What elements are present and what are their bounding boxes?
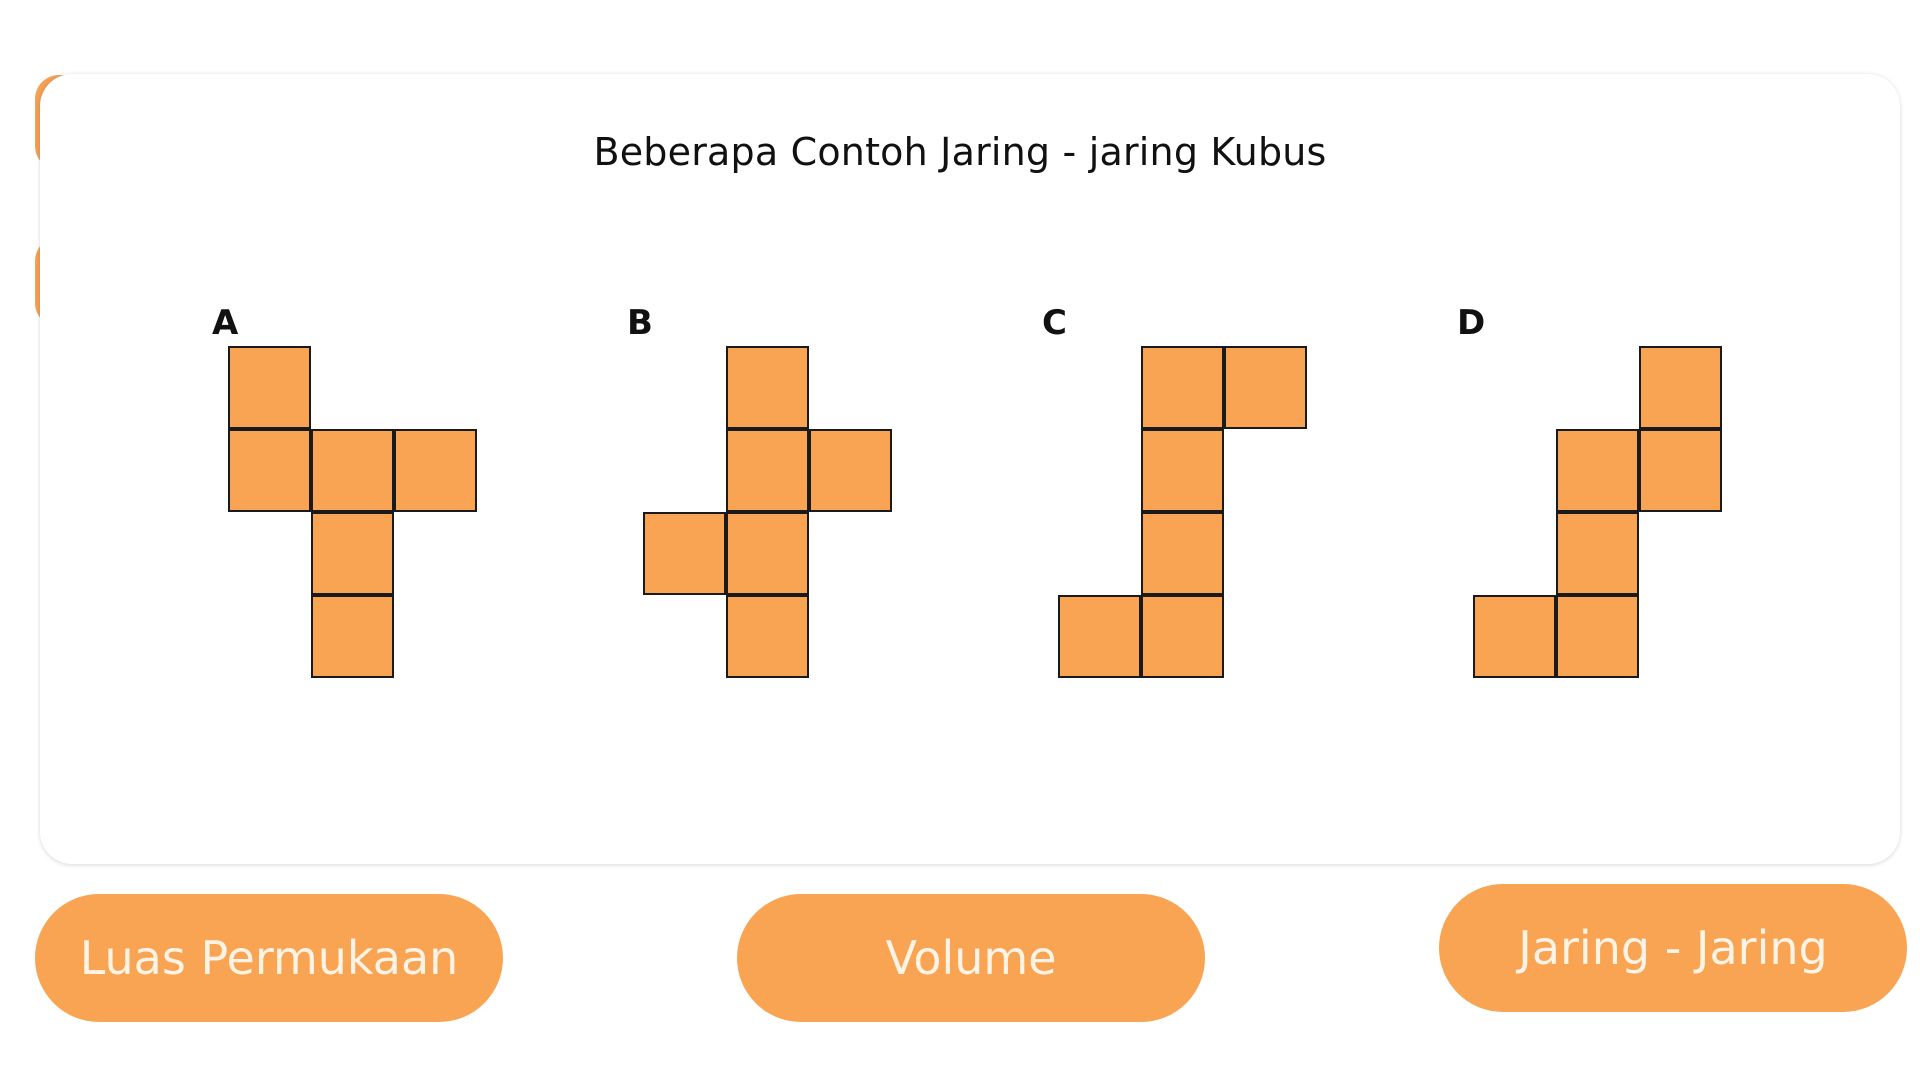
cube-net-face bbox=[1141, 429, 1224, 512]
cube-net-face bbox=[1556, 595, 1639, 678]
app-screen: Beberapa Contoh Jaring - jaring Kubus A B… bbox=[0, 0, 1920, 1080]
cube-net-face bbox=[394, 429, 477, 512]
cube-net-face bbox=[311, 429, 394, 512]
cube-net-face bbox=[1141, 512, 1224, 595]
cube-net-face bbox=[1556, 429, 1639, 512]
volume-button[interactable]: Volume bbox=[737, 894, 1205, 1022]
cube-net-face bbox=[1224, 346, 1307, 429]
cube-net-face bbox=[1473, 595, 1556, 678]
net-label-b: B bbox=[627, 303, 653, 343]
cube-net-face bbox=[1141, 595, 1224, 678]
cube-net-face bbox=[726, 429, 809, 512]
cube-net-face bbox=[726, 346, 809, 429]
cube-net-face bbox=[726, 512, 809, 595]
cube-net-face bbox=[311, 512, 394, 595]
cube-net-face bbox=[1141, 346, 1224, 429]
cube-net-face bbox=[809, 429, 892, 512]
cube-net-face bbox=[1639, 429, 1722, 512]
cube-net-face bbox=[1556, 512, 1639, 595]
luas-permukaan-button[interactable]: Luas Permukaan bbox=[35, 894, 503, 1022]
net-label-d: D bbox=[1457, 303, 1486, 343]
cube-net-face bbox=[1639, 346, 1722, 429]
cube-net-face bbox=[228, 429, 311, 512]
net-label-a: A bbox=[212, 303, 239, 343]
cube-net-face bbox=[228, 346, 311, 429]
cube-net-face bbox=[726, 595, 809, 678]
cube-net-face bbox=[1058, 595, 1141, 678]
page-title: Beberapa Contoh Jaring - jaring Kubus bbox=[593, 130, 1327, 174]
cube-net-face bbox=[311, 595, 394, 678]
jaring-jaring-button[interactable]: Jaring - Jaring bbox=[1439, 884, 1907, 1012]
net-label-c: C bbox=[1042, 303, 1067, 343]
cube-net-face bbox=[643, 512, 726, 595]
